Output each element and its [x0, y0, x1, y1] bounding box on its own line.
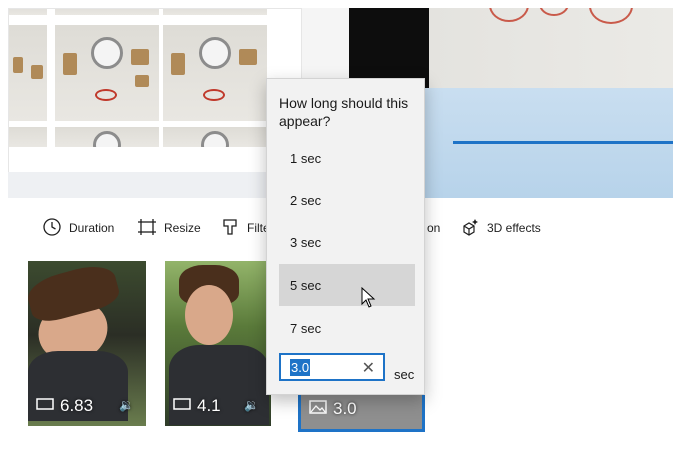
- duration-option-7[interactable]: 7 sec: [279, 307, 415, 349]
- resize-button[interactable]: Resize: [137, 218, 201, 238]
- duration-option-3[interactable]: 3 sec: [279, 221, 415, 263]
- duration-label: Duration: [69, 221, 115, 235]
- custom-duration-input[interactable]: [290, 359, 310, 376]
- media-thumbnail[interactable]: [55, 127, 159, 147]
- video-editor-window: Duration Resize Filte on 3D effects 6.83…: [0, 0, 673, 455]
- duration-button[interactable]: Duration: [42, 217, 115, 240]
- media-library: [8, 8, 302, 198]
- custom-duration-field[interactable]: ✕: [279, 353, 385, 381]
- media-thumbnail[interactable]: [55, 9, 159, 15]
- flyout-title: How long should this appear?: [279, 95, 409, 129]
- media-thumbnail[interactable]: [163, 9, 267, 15]
- hidden-toolbar-label: on: [427, 221, 441, 235]
- clock-icon: [42, 217, 62, 240]
- image-clip-icon: [309, 399, 327, 419]
- speaker-icon: 🔉: [244, 398, 259, 412]
- storyboard-clip[interactable]: 6.83 🔉: [28, 261, 146, 426]
- resize-icon: [137, 217, 157, 240]
- duration-option-2[interactable]: 2 sec: [279, 179, 415, 221]
- clip-duration: 3.0: [333, 399, 357, 418]
- preview-frame: [429, 8, 673, 88]
- 3d-effects-button[interactable]: 3D effects: [460, 218, 541, 238]
- filters-icon: [220, 217, 240, 240]
- media-thumbnail[interactable]: [9, 9, 47, 15]
- 3d-effects-icon: [460, 217, 480, 240]
- duration-unit: sec: [394, 367, 415, 382]
- media-thumbnail[interactable]: [163, 127, 267, 147]
- duration-option-5[interactable]: 5 sec: [279, 264, 415, 306]
- filters-button[interactable]: Filte: [220, 218, 270, 238]
- resize-label: Resize: [164, 221, 201, 235]
- video-clip-icon: [36, 396, 54, 416]
- video-clip-icon: [173, 396, 191, 416]
- duration-option-1[interactable]: 1 sec: [279, 137, 415, 179]
- close-icon[interactable]: ✕: [362, 358, 375, 378]
- hidden-toolbar-item[interactable]: on: [427, 218, 440, 238]
- clip-duration: 4.1: [197, 396, 221, 415]
- duration-flyout: How long should this appear? 1 sec 2 sec…: [266, 78, 425, 395]
- preview-frame-dark: [349, 8, 429, 88]
- storyboard-clip[interactable]: 4.1 🔉: [165, 261, 271, 426]
- playback-progress-bar[interactable]: [453, 141, 673, 144]
- media-thumbnail[interactable]: [55, 25, 159, 121]
- speaker-icon: 🔉: [119, 398, 134, 412]
- media-thumbnail[interactable]: [9, 127, 47, 147]
- mouse-cursor-icon: [361, 287, 376, 308]
- media-thumbnail[interactable]: [163, 25, 267, 121]
- library-footer: [8, 172, 302, 198]
- media-thumbnail[interactable]: [9, 25, 47, 121]
- 3d-effects-label: 3D effects: [487, 221, 541, 235]
- clip-duration: 6.83: [60, 396, 94, 415]
